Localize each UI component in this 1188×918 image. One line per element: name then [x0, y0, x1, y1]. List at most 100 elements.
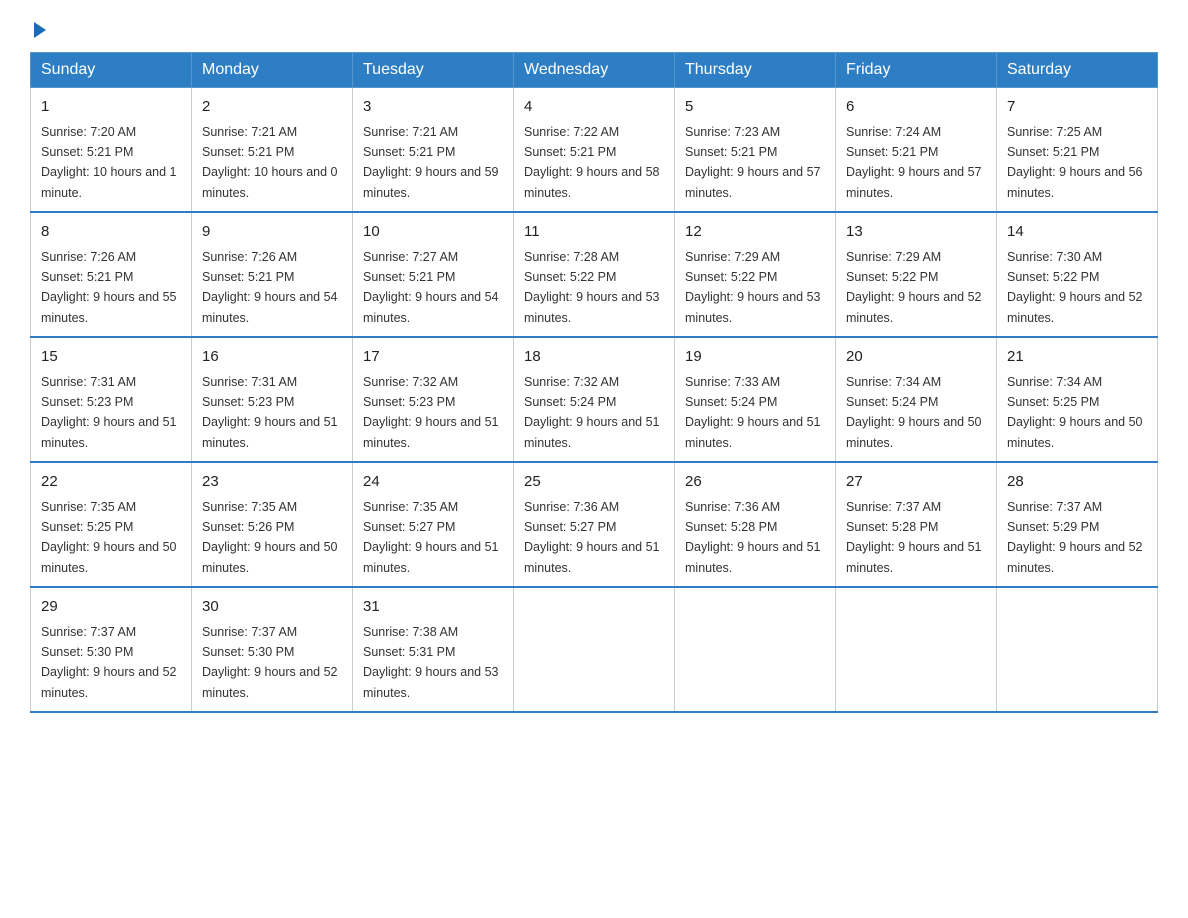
calendar-cell: 15 Sunrise: 7:31 AMSunset: 5:23 PMDaylig…: [31, 337, 192, 462]
logo-arrow-icon: [34, 22, 46, 38]
day-number: 31: [363, 596, 503, 619]
weekday-header-row: SundayMondayTuesdayWednesdayThursdayFrid…: [31, 53, 1158, 88]
day-info: Sunrise: 7:38 AMSunset: 5:31 PMDaylight:…: [363, 625, 499, 700]
day-info: Sunrise: 7:26 AMSunset: 5:21 PMDaylight:…: [202, 250, 338, 325]
day-info: Sunrise: 7:21 AMSunset: 5:21 PMDaylight:…: [202, 125, 338, 200]
day-info: Sunrise: 7:23 AMSunset: 5:21 PMDaylight:…: [685, 125, 821, 200]
calendar-cell: 26 Sunrise: 7:36 AMSunset: 5:28 PMDaylig…: [675, 462, 836, 587]
day-info: Sunrise: 7:33 AMSunset: 5:24 PMDaylight:…: [685, 375, 821, 450]
calendar-cell: 8 Sunrise: 7:26 AMSunset: 5:21 PMDayligh…: [31, 212, 192, 337]
day-number: 2: [202, 96, 342, 119]
day-number: 15: [41, 346, 181, 369]
calendar-cell: 13 Sunrise: 7:29 AMSunset: 5:22 PMDaylig…: [836, 212, 997, 337]
day-number: 10: [363, 221, 503, 244]
calendar-cell: 10 Sunrise: 7:27 AMSunset: 5:21 PMDaylig…: [353, 212, 514, 337]
calendar-cell: 18 Sunrise: 7:32 AMSunset: 5:24 PMDaylig…: [514, 337, 675, 462]
day-number: 22: [41, 471, 181, 494]
calendar-cell: 22 Sunrise: 7:35 AMSunset: 5:25 PMDaylig…: [31, 462, 192, 587]
day-info: Sunrise: 7:30 AMSunset: 5:22 PMDaylight:…: [1007, 250, 1143, 325]
weekday-header-thursday: Thursday: [675, 53, 836, 88]
day-info: Sunrise: 7:37 AMSunset: 5:30 PMDaylight:…: [41, 625, 177, 700]
day-number: 7: [1007, 96, 1147, 119]
calendar-cell: 23 Sunrise: 7:35 AMSunset: 5:26 PMDaylig…: [192, 462, 353, 587]
day-number: 29: [41, 596, 181, 619]
day-number: 1: [41, 96, 181, 119]
day-info: Sunrise: 7:37 AMSunset: 5:30 PMDaylight:…: [202, 625, 338, 700]
weekday-header-monday: Monday: [192, 53, 353, 88]
day-number: 30: [202, 596, 342, 619]
page-header: [30, 20, 1158, 34]
calendar-cell: 9 Sunrise: 7:26 AMSunset: 5:21 PMDayligh…: [192, 212, 353, 337]
calendar-cell: [997, 587, 1158, 712]
calendar-week-row: 29 Sunrise: 7:37 AMSunset: 5:30 PMDaylig…: [31, 587, 1158, 712]
day-number: 18: [524, 346, 664, 369]
calendar-cell: 21 Sunrise: 7:34 AMSunset: 5:25 PMDaylig…: [997, 337, 1158, 462]
calendar-cell: 6 Sunrise: 7:24 AMSunset: 5:21 PMDayligh…: [836, 88, 997, 213]
calendar-cell: 11 Sunrise: 7:28 AMSunset: 5:22 PMDaylig…: [514, 212, 675, 337]
day-info: Sunrise: 7:29 AMSunset: 5:22 PMDaylight:…: [846, 250, 982, 325]
day-info: Sunrise: 7:28 AMSunset: 5:22 PMDaylight:…: [524, 250, 660, 325]
day-info: Sunrise: 7:34 AMSunset: 5:24 PMDaylight:…: [846, 375, 982, 450]
calendar-table: SundayMondayTuesdayWednesdayThursdayFrid…: [30, 52, 1158, 713]
calendar-week-row: 8 Sunrise: 7:26 AMSunset: 5:21 PMDayligh…: [31, 212, 1158, 337]
calendar-cell: 5 Sunrise: 7:23 AMSunset: 5:21 PMDayligh…: [675, 88, 836, 213]
day-number: 14: [1007, 221, 1147, 244]
calendar-cell: 7 Sunrise: 7:25 AMSunset: 5:21 PMDayligh…: [997, 88, 1158, 213]
day-info: Sunrise: 7:22 AMSunset: 5:21 PMDaylight:…: [524, 125, 660, 200]
day-info: Sunrise: 7:35 AMSunset: 5:26 PMDaylight:…: [202, 500, 338, 575]
calendar-cell: 28 Sunrise: 7:37 AMSunset: 5:29 PMDaylig…: [997, 462, 1158, 587]
calendar-cell: 3 Sunrise: 7:21 AMSunset: 5:21 PMDayligh…: [353, 88, 514, 213]
calendar-cell: 2 Sunrise: 7:21 AMSunset: 5:21 PMDayligh…: [192, 88, 353, 213]
day-info: Sunrise: 7:29 AMSunset: 5:22 PMDaylight:…: [685, 250, 821, 325]
calendar-cell: 17 Sunrise: 7:32 AMSunset: 5:23 PMDaylig…: [353, 337, 514, 462]
day-number: 28: [1007, 471, 1147, 494]
day-info: Sunrise: 7:35 AMSunset: 5:25 PMDaylight:…: [41, 500, 177, 575]
calendar-cell: [514, 587, 675, 712]
day-info: Sunrise: 7:32 AMSunset: 5:23 PMDaylight:…: [363, 375, 499, 450]
calendar-cell: [675, 587, 836, 712]
day-number: 27: [846, 471, 986, 494]
day-info: Sunrise: 7:24 AMSunset: 5:21 PMDaylight:…: [846, 125, 982, 200]
calendar-cell: 4 Sunrise: 7:22 AMSunset: 5:21 PMDayligh…: [514, 88, 675, 213]
calendar-cell: [836, 587, 997, 712]
calendar-cell: 16 Sunrise: 7:31 AMSunset: 5:23 PMDaylig…: [192, 337, 353, 462]
calendar-cell: 1 Sunrise: 7:20 AMSunset: 5:21 PMDayligh…: [31, 88, 192, 213]
day-number: 17: [363, 346, 503, 369]
calendar-cell: 20 Sunrise: 7:34 AMSunset: 5:24 PMDaylig…: [836, 337, 997, 462]
day-number: 24: [363, 471, 503, 494]
calendar-cell: 19 Sunrise: 7:33 AMSunset: 5:24 PMDaylig…: [675, 337, 836, 462]
day-number: 25: [524, 471, 664, 494]
weekday-header-saturday: Saturday: [997, 53, 1158, 88]
day-number: 20: [846, 346, 986, 369]
day-info: Sunrise: 7:21 AMSunset: 5:21 PMDaylight:…: [363, 125, 499, 200]
day-number: 4: [524, 96, 664, 119]
calendar-cell: 29 Sunrise: 7:37 AMSunset: 5:30 PMDaylig…: [31, 587, 192, 712]
day-number: 8: [41, 221, 181, 244]
calendar-cell: 27 Sunrise: 7:37 AMSunset: 5:28 PMDaylig…: [836, 462, 997, 587]
calendar-cell: 31 Sunrise: 7:38 AMSunset: 5:31 PMDaylig…: [353, 587, 514, 712]
day-number: 3: [363, 96, 503, 119]
day-number: 9: [202, 221, 342, 244]
day-number: 16: [202, 346, 342, 369]
day-info: Sunrise: 7:36 AMSunset: 5:28 PMDaylight:…: [685, 500, 821, 575]
day-info: Sunrise: 7:34 AMSunset: 5:25 PMDaylight:…: [1007, 375, 1143, 450]
calendar-cell: 14 Sunrise: 7:30 AMSunset: 5:22 PMDaylig…: [997, 212, 1158, 337]
weekday-header-wednesday: Wednesday: [514, 53, 675, 88]
day-info: Sunrise: 7:26 AMSunset: 5:21 PMDaylight:…: [41, 250, 177, 325]
day-info: Sunrise: 7:27 AMSunset: 5:21 PMDaylight:…: [363, 250, 499, 325]
day-number: 6: [846, 96, 986, 119]
day-info: Sunrise: 7:37 AMSunset: 5:28 PMDaylight:…: [846, 500, 982, 575]
calendar-week-row: 22 Sunrise: 7:35 AMSunset: 5:25 PMDaylig…: [31, 462, 1158, 587]
calendar-cell: 30 Sunrise: 7:37 AMSunset: 5:30 PMDaylig…: [192, 587, 353, 712]
day-number: 5: [685, 96, 825, 119]
weekday-header-sunday: Sunday: [31, 53, 192, 88]
day-info: Sunrise: 7:35 AMSunset: 5:27 PMDaylight:…: [363, 500, 499, 575]
day-number: 26: [685, 471, 825, 494]
calendar-week-row: 15 Sunrise: 7:31 AMSunset: 5:23 PMDaylig…: [31, 337, 1158, 462]
day-number: 23: [202, 471, 342, 494]
calendar-cell: 12 Sunrise: 7:29 AMSunset: 5:22 PMDaylig…: [675, 212, 836, 337]
calendar-cell: 24 Sunrise: 7:35 AMSunset: 5:27 PMDaylig…: [353, 462, 514, 587]
day-number: 12: [685, 221, 825, 244]
day-info: Sunrise: 7:37 AMSunset: 5:29 PMDaylight:…: [1007, 500, 1143, 575]
day-info: Sunrise: 7:25 AMSunset: 5:21 PMDaylight:…: [1007, 125, 1143, 200]
